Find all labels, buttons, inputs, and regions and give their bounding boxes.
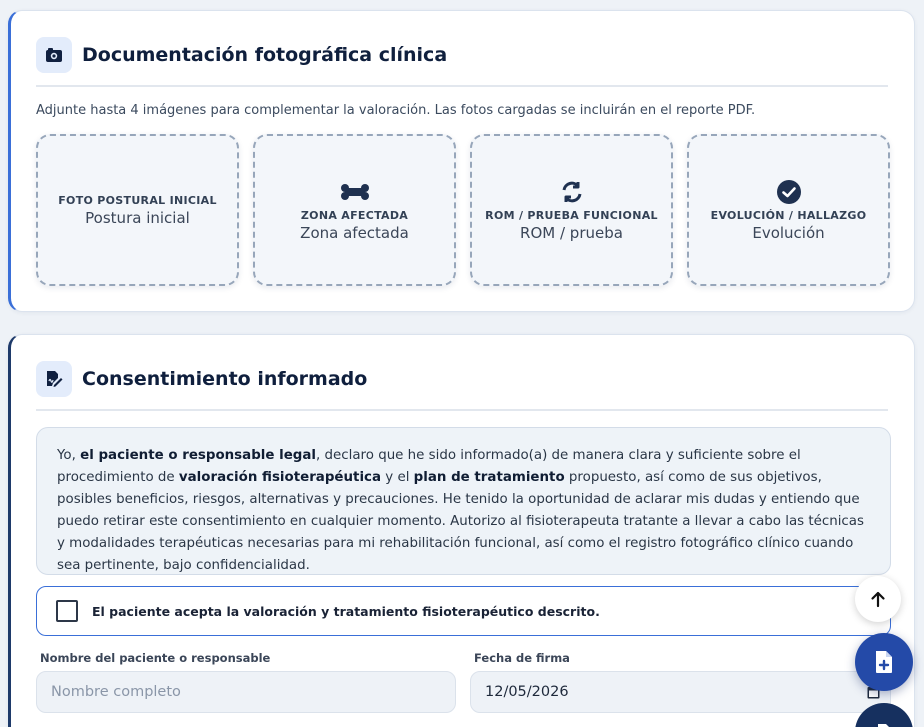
photo-slot-postural[interactable]: FOTO POSTURAL INICIAL Postura inicial — [36, 134, 239, 286]
scroll-to-top-button[interactable] — [855, 576, 901, 622]
photo-slot-sub: Evolución — [752, 223, 825, 242]
photo-slot-label: ZONA AFECTADA — [300, 208, 409, 222]
accept-consent-row[interactable]: El paciente acepta la valoración y trata… — [36, 586, 891, 636]
generate-pdf-button[interactable] — [855, 633, 913, 691]
check-circle-icon — [776, 179, 802, 205]
file-icon — [878, 724, 889, 727]
photo-slot-label: EVOLUCIÓN / HALLAZGO — [710, 208, 867, 222]
patient-name-placeholder: Nombre completo — [51, 684, 181, 700]
consent-section-title: Consentimiento informado — [82, 368, 368, 390]
photo-slot-sub: Postura inicial — [85, 208, 190, 227]
consent-text-part: Yo, — [57, 448, 81, 463]
camera-icon — [36, 37, 72, 73]
photo-slot-zona-afectada[interactable]: ZONA AFECTADA Zona afectada — [253, 134, 456, 286]
accept-consent-label[interactable]: El paciente acepta la valoración y trata… — [92, 604, 600, 619]
patient-name-input[interactable]: Nombre completo — [36, 671, 456, 713]
section-divider — [36, 409, 888, 411]
photo-slot-sub: ROM / prueba — [520, 223, 623, 242]
arrow-up-icon — [871, 591, 885, 608]
photo-section-subtitle: Adjunte hasta 4 imágenes para complement… — [36, 103, 756, 118]
photo-section-title: Documentación fotográfica clínica — [82, 44, 448, 66]
consent-section-header: Consentimiento informado — [36, 361, 367, 397]
photo-documentation-card: Documentación fotográfica clínica Adjunt… — [8, 10, 915, 312]
section-divider — [36, 85, 888, 87]
patient-name-label: Nombre del paciente o responsable — [40, 651, 271, 665]
consent-text: Yo, el paciente o responsable legal, dec… — [36, 427, 891, 575]
signature-icon — [36, 361, 72, 397]
signature-date-value: 12/05/2026 — [485, 684, 569, 700]
consent-text-bold: el paciente o responsable legal — [80, 448, 316, 463]
accept-consent-checkbox[interactable] — [56, 600, 78, 622]
bone-icon — [340, 179, 370, 205]
signature-date-input[interactable]: 12/05/2026 — [470, 671, 891, 713]
photo-slot-rom[interactable]: ROM / PRUEBA FUNCIONAL ROM / prueba — [470, 134, 673, 286]
consent-text-part: propuesto, así como de sus objetivos, po… — [57, 470, 864, 573]
consent-card: Consentimiento informado Yo, el paciente… — [8, 334, 915, 727]
consent-text-bold: valoración fisioterapéutica — [178, 470, 382, 485]
signature-date-label: Fecha de firma — [474, 651, 570, 665]
photo-slot-label: ROM / PRUEBA FUNCIONAL — [485, 208, 658, 222]
photo-slot-sub: Zona afectada — [300, 223, 409, 242]
photo-slot-label: FOTO POSTURAL INICIAL — [58, 193, 217, 207]
consent-text-part: y el — [381, 470, 414, 485]
consent-text-bold: plan de tratamiento — [413, 470, 565, 485]
photo-slot-evolucion[interactable]: EVOLUCIÓN / HALLAZGO Evolución — [687, 134, 890, 286]
photo-section-header: Documentación fotográfica clínica — [36, 37, 447, 73]
sync-icon — [560, 179, 584, 205]
file-plus-icon — [876, 651, 892, 673]
